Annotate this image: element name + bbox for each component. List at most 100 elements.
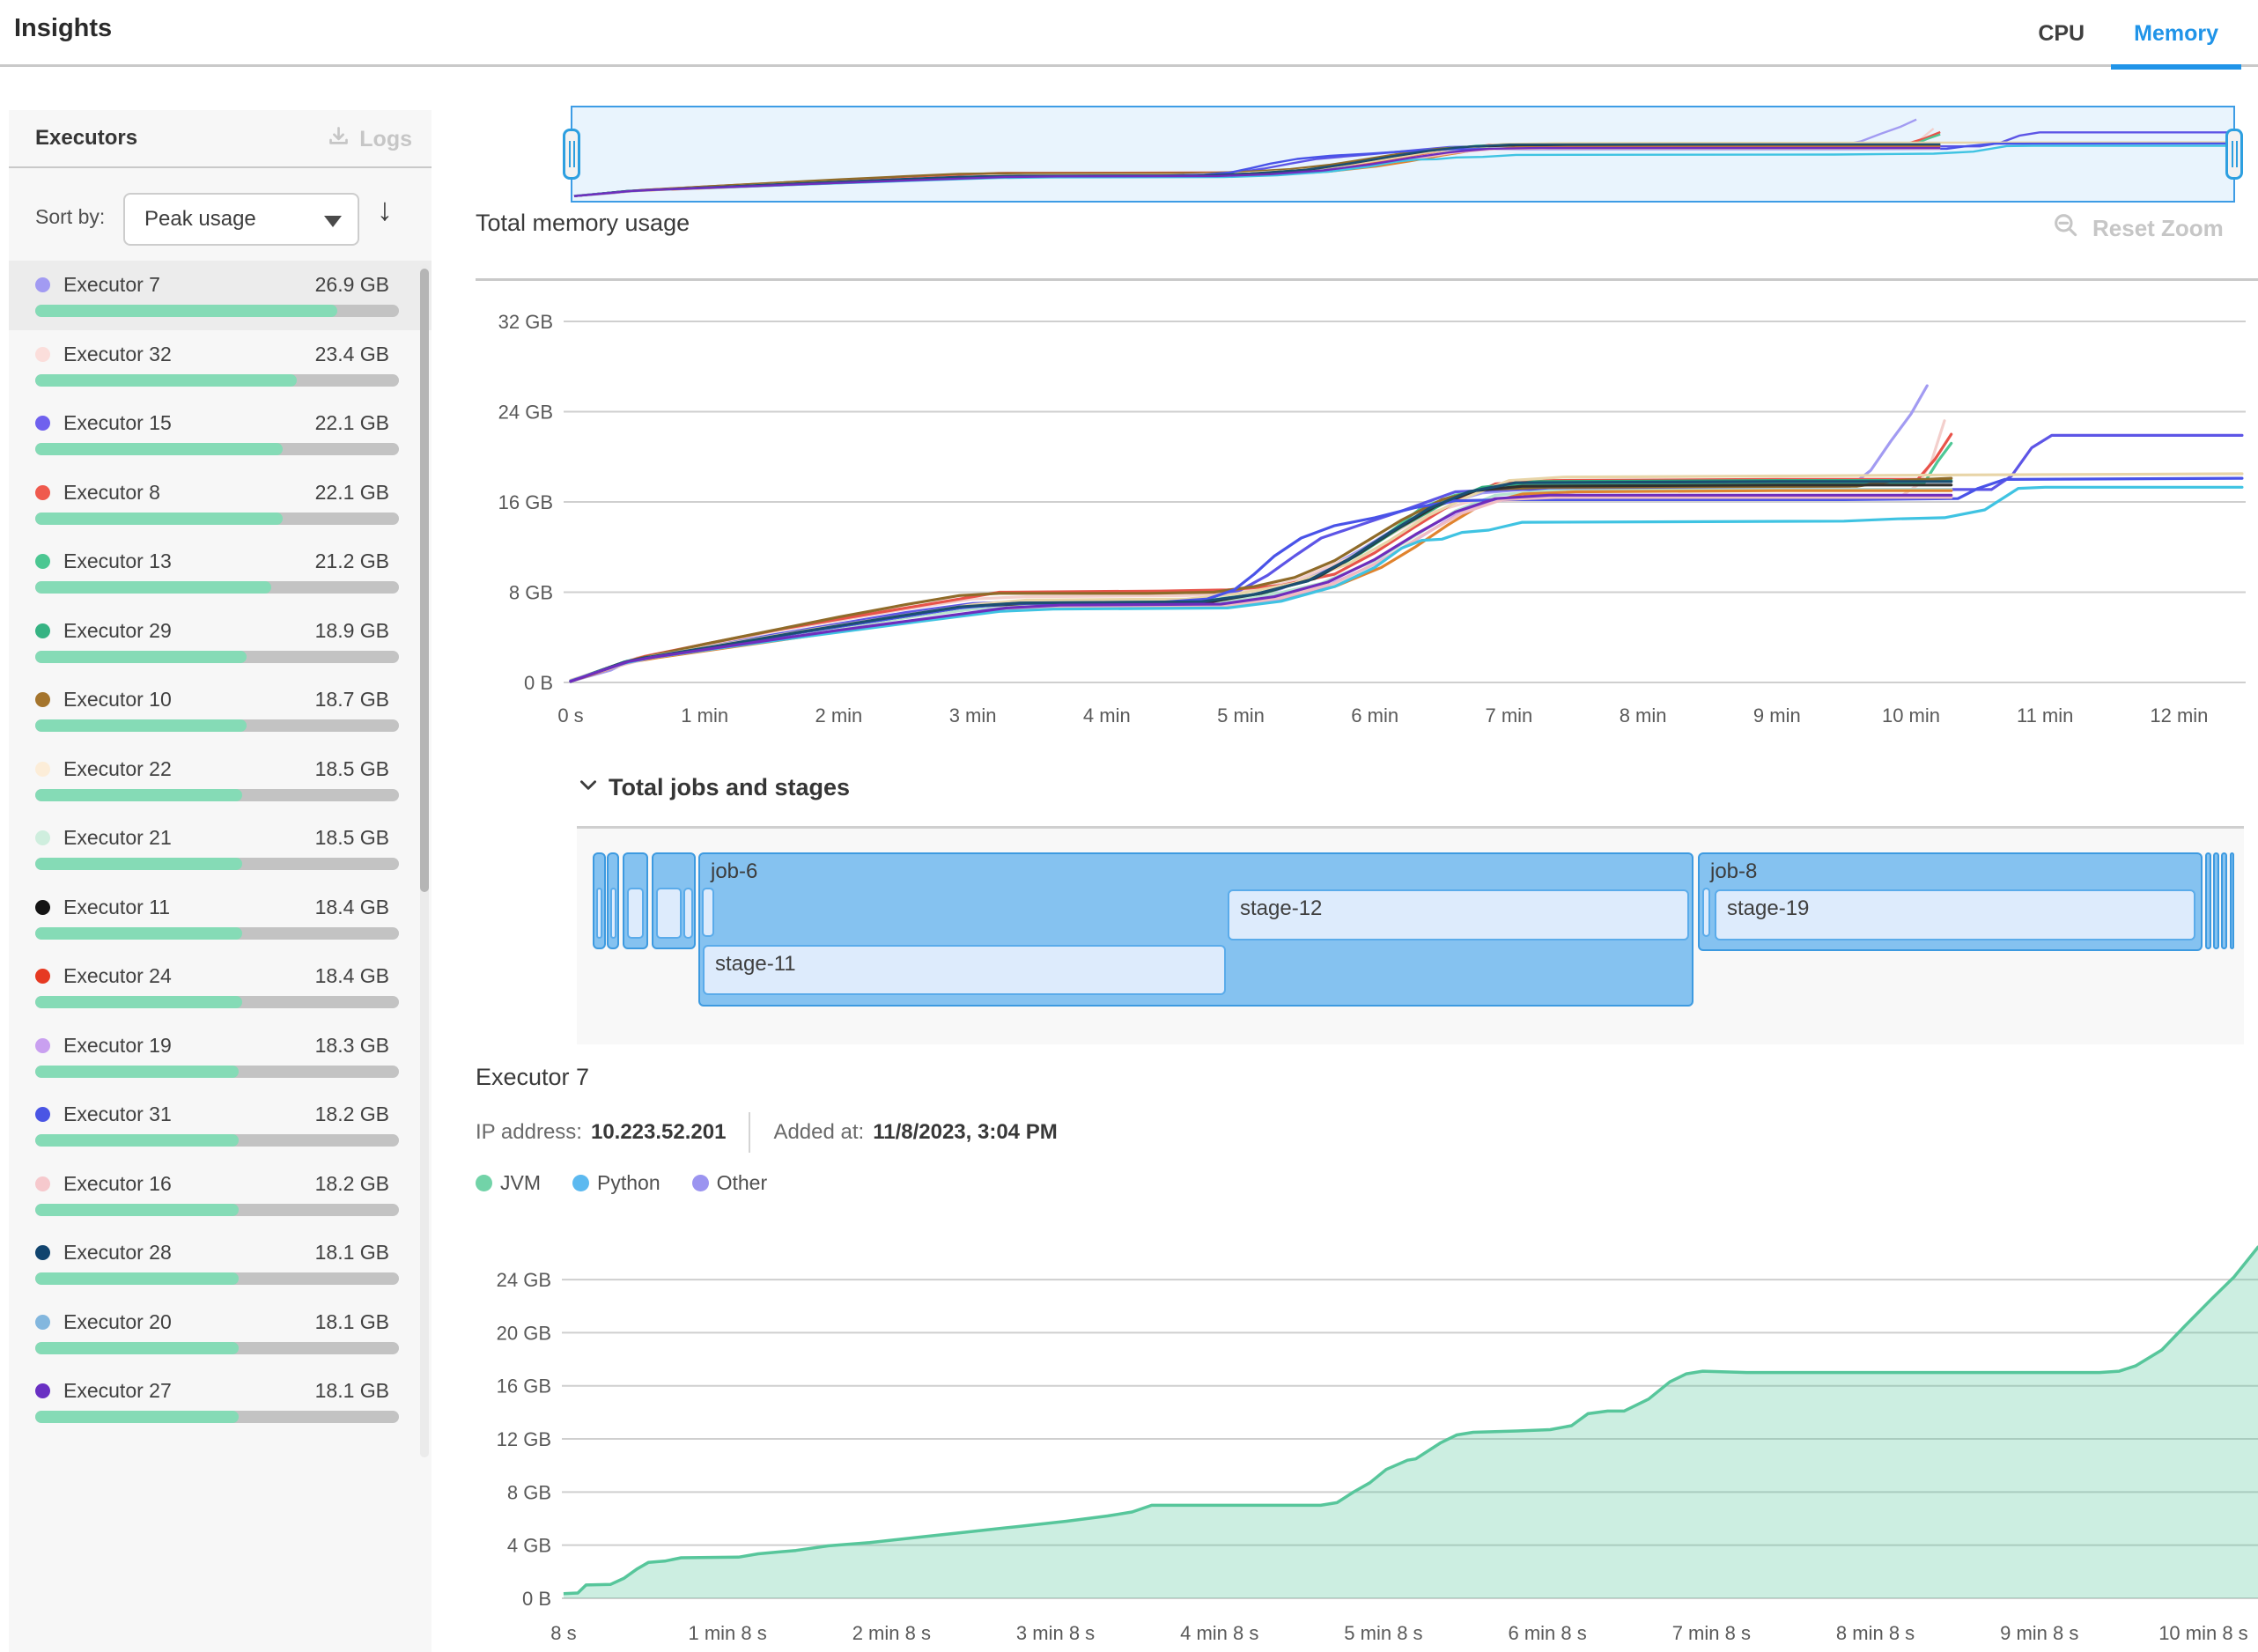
executor-list-item[interactable]: Executor 1918.3 GB	[9, 1021, 432, 1091]
executor-list-item[interactable]: Executor 1522.1 GB	[9, 399, 432, 468]
executor-peak-value: 21.2 GB	[315, 549, 389, 573]
executor-peak-value: 18.9 GB	[315, 619, 389, 643]
svg-text:7 min 8 s: 7 min 8 s	[1672, 1622, 1751, 1644]
executor-list-item[interactable]: Executor 1018.7 GB	[9, 675, 432, 745]
brush-handle-left[interactable]	[563, 129, 580, 180]
executor-list-item[interactable]: Executor 822.1 GB	[9, 468, 432, 538]
executor-name: Executor 7	[63, 273, 160, 297]
scrollbar-thumb[interactable]	[420, 269, 429, 892]
executor-peak-value: 18.2 GB	[315, 1172, 389, 1196]
gantt-job-bar[interactable]: job-8stage-19	[1698, 852, 2203, 951]
executor-list-item[interactable]: Executor 2718.1 GB	[9, 1367, 432, 1436]
svg-text:11 min: 11 min	[2017, 704, 2073, 726]
sort-dropdown[interactable]: Peak usage	[123, 193, 359, 246]
gantt-job-bar[interactable]	[652, 852, 696, 949]
gantt-job-bar[interactable]	[607, 852, 619, 949]
gantt-job-bar[interactable]	[2221, 852, 2227, 949]
svg-text:8 GB: 8 GB	[509, 582, 553, 604]
executor-usage-bar	[35, 927, 399, 940]
gantt-job-bar[interactable]	[2205, 852, 2211, 949]
gantt-job-bar[interactable]: job-6stage-12stage-11	[698, 852, 1694, 1007]
tab-memory[interactable]: Memory	[2111, 0, 2241, 67]
svg-text:20 GB: 20 GB	[497, 1322, 551, 1344]
logs-button[interactable]: Logs	[327, 124, 412, 154]
gantt-stage-bar[interactable]	[610, 888, 616, 939]
svg-text:10 min: 10 min	[1882, 704, 1940, 726]
memory-chart-title: Total memory usage	[476, 210, 690, 237]
executor-list-item[interactable]: Executor 3223.4 GB	[9, 330, 432, 400]
app-header: Insights CPU Memory	[0, 0, 2258, 67]
gantt-job-bar[interactable]	[593, 852, 606, 949]
executor-usage-bar	[35, 374, 399, 387]
legend-item[interactable]: JVM	[476, 1171, 541, 1195]
svg-text:9 min 8 s: 9 min 8 s	[2000, 1622, 2078, 1644]
legend-color-dot	[692, 1175, 709, 1191]
gantt-stage-label: stage-11	[715, 952, 796, 977]
legend-item[interactable]: Other	[692, 1171, 768, 1195]
brush-handle-right[interactable]	[2225, 129, 2243, 180]
gantt-stage-bar[interactable]: stage-11	[703, 945, 1226, 995]
executor-list-item[interactable]: Executor 3118.2 GB	[9, 1090, 432, 1160]
gantt-job-bar[interactable]	[2213, 852, 2219, 949]
executor-detail-title: Executor 7	[476, 1064, 589, 1091]
executor-list-item[interactable]: Executor 2918.9 GB	[9, 607, 432, 676]
gantt-stage-bar[interactable]: stage-19	[1715, 889, 2195, 940]
executor-color-dot	[35, 1315, 50, 1330]
chevron-down-icon	[577, 773, 600, 802]
legend-color-dot	[572, 1175, 589, 1191]
svg-text:12 min: 12 min	[2150, 704, 2208, 726]
executors-sidebar: Executors Logs Sort by: Peak usage ↓ Exe…	[9, 110, 432, 1652]
gantt-stage-bar[interactable]	[702, 888, 714, 937]
executor-list-item[interactable]: Executor 1618.2 GB	[9, 1160, 432, 1229]
gantt-job-bar[interactable]	[623, 852, 648, 949]
svg-text:0 B: 0 B	[522, 1588, 551, 1610]
gantt-job-bar[interactable]	[2230, 852, 2234, 949]
svg-text:7 min: 7 min	[1486, 704, 1533, 726]
tab-cpu[interactable]: CPU	[2038, 0, 2085, 67]
sort-by-label: Sort by:	[35, 205, 105, 229]
gantt-stage-bar[interactable]	[683, 888, 693, 939]
executor-list-item[interactable]: Executor 2018.1 GB	[9, 1298, 432, 1368]
sort-direction-button[interactable]: ↓	[377, 191, 393, 228]
zoom-brush-overview[interactable]	[571, 106, 2235, 203]
svg-text:8 min 8 s: 8 min 8 s	[1836, 1622, 1915, 1644]
gantt-stage-bar[interactable]: stage-12	[1228, 889, 1689, 940]
executor-usage-bar	[35, 1411, 399, 1423]
sort-dropdown-value: Peak usage	[144, 207, 256, 232]
executor-list-item[interactable]: Executor 2218.5 GB	[9, 745, 432, 815]
download-icon	[327, 124, 351, 154]
executor-name: Executor 8	[63, 481, 160, 505]
executor-list-item[interactable]: Executor 726.9 GB	[9, 261, 432, 330]
executor-peak-value: 18.5 GB	[315, 757, 389, 781]
gantt-stage-bar[interactable]	[596, 888, 602, 939]
executor-usage-bar	[35, 719, 399, 732]
executor-list-item[interactable]: Executor 2818.1 GB	[9, 1228, 432, 1298]
memory-type-legend: JVM Python Other	[476, 1171, 767, 1195]
svg-text:24 GB: 24 GB	[498, 402, 553, 424]
executor-memory-area-chart[interactable]: 0 B4 GB8 GB12 GB16 GB20 GB24 GB8 s1 min …	[476, 1243, 2258, 1652]
sort-row: Sort by: Peak usage ↓	[9, 168, 432, 274]
svg-text:4 min: 4 min	[1083, 704, 1131, 726]
executor-list-item[interactable]: Executor 2118.5 GB	[9, 814, 432, 883]
executor-list-item[interactable]: Executor 2418.4 GB	[9, 952, 432, 1021]
executor-list-item[interactable]: Executor 1321.2 GB	[9, 537, 432, 607]
executor-color-dot	[35, 1107, 50, 1122]
svg-text:6 min: 6 min	[1351, 704, 1398, 726]
reset-zoom-button[interactable]: Reset Zoom	[2052, 211, 2224, 246]
executor-list-item[interactable]: Executor 1118.4 GB	[9, 883, 432, 953]
svg-text:5 min 8 s: 5 min 8 s	[1344, 1622, 1422, 1644]
jobs-section-header[interactable]: Total jobs and stages	[577, 773, 850, 802]
svg-text:12 GB: 12 GB	[497, 1428, 551, 1450]
svg-text:10 min 8 s: 10 min 8 s	[2158, 1622, 2248, 1644]
executor-peak-value: 18.5 GB	[315, 826, 389, 850]
svg-text:3 min 8 s: 3 min 8 s	[1016, 1622, 1095, 1644]
executor-usage-bar	[35, 305, 399, 317]
executor-color-dot	[35, 623, 50, 638]
gantt-stage-bar[interactable]	[627, 888, 644, 939]
executor-usage-bar	[35, 1066, 399, 1078]
legend-item[interactable]: Python	[572, 1171, 660, 1195]
total-memory-chart[interactable]: 0 B8 GB16 GB24 GB32 GB0 s1 min2 min3 min…	[476, 291, 2258, 735]
executor-name: Executor 31	[63, 1103, 172, 1126]
gantt-stage-bar[interactable]	[656, 888, 682, 939]
gantt-stage-bar[interactable]	[1702, 888, 1710, 937]
